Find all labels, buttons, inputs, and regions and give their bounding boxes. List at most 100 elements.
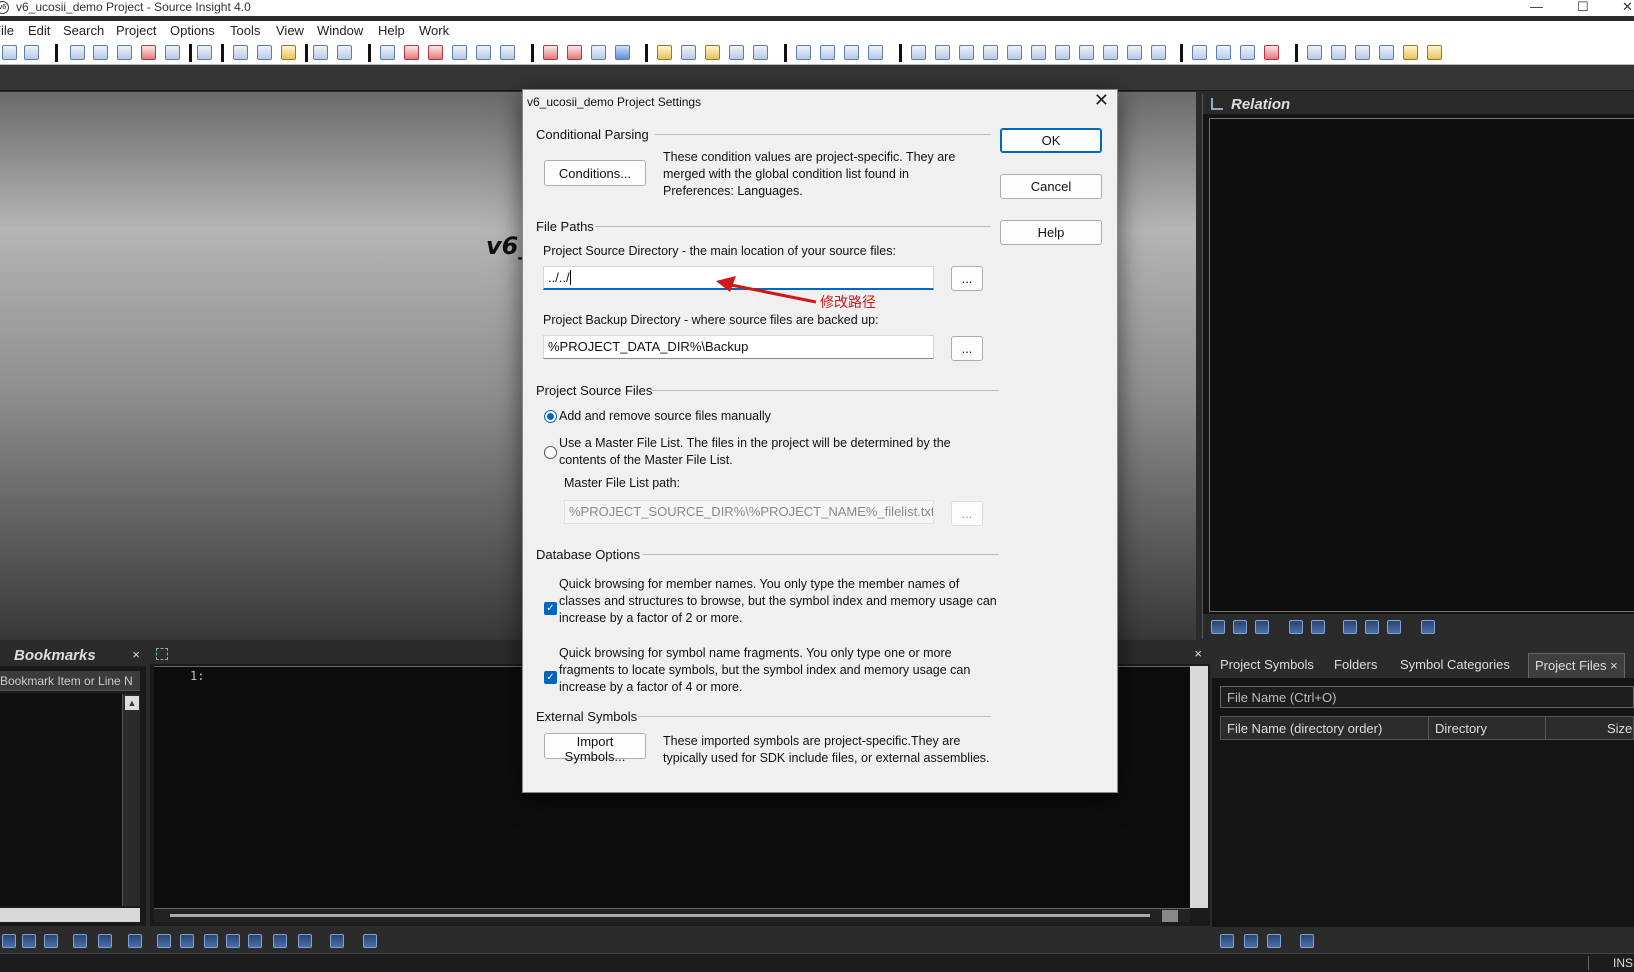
window-tile-icon[interactable]	[796, 45, 811, 60]
gear-icon[interactable]	[1421, 620, 1435, 634]
browse-master-button[interactable]: ...	[951, 501, 983, 526]
relation-icon[interactable]	[273, 934, 287, 948]
bookmarks-list[interactable]	[0, 694, 122, 906]
search-project-icon[interactable]	[428, 45, 443, 60]
column-divider[interactable]	[1428, 717, 1429, 739]
tab-folders[interactable]: Folders	[1334, 657, 1377, 672]
book-icon[interactable]	[248, 934, 262, 948]
file-list-icon[interactable]	[1267, 934, 1281, 948]
note-icon[interactable]	[1427, 45, 1442, 60]
function-icon[interactable]	[729, 45, 744, 60]
bookmark-remove-icon[interactable]	[44, 934, 58, 948]
tree-view-icon[interactable]	[1387, 620, 1401, 634]
search-icon[interactable]	[380, 45, 395, 60]
symbol-info-icon[interactable]	[1211, 620, 1225, 634]
close-icon[interactable]: ×	[1194, 646, 1202, 661]
bookmarks-hscrollbar[interactable]	[0, 908, 140, 922]
c-icon[interactable]	[1355, 45, 1370, 60]
gear-icon[interactable]	[363, 934, 377, 948]
gear-icon[interactable]	[1300, 934, 1314, 948]
bookmarks-column-header[interactable]: Bookmark Item or Line N	[0, 671, 140, 691]
relation-icon[interactable]	[1255, 620, 1269, 634]
browse-backup-button[interactable]: ...	[951, 336, 983, 361]
column-directory[interactable]: Directory	[1435, 721, 1487, 736]
reload-icon[interactable]	[165, 45, 180, 60]
open-file-icon[interactable]	[93, 45, 108, 60]
window-cascade-icon[interactable]	[820, 45, 835, 60]
tab-project-symbols[interactable]: Project Symbols	[1220, 657, 1314, 672]
delete-icon[interactable]	[1264, 45, 1279, 60]
close-icon[interactable]: ×	[132, 647, 140, 662]
bookmark-icon[interactable]	[2, 934, 16, 948]
redo-icon[interactable]	[337, 45, 352, 60]
save-all-icon[interactable]	[141, 45, 156, 60]
xy-icon[interactable]	[476, 45, 491, 60]
ok-button[interactable]: OK	[1000, 128, 1102, 153]
symbol-info-icon[interactable]	[204, 934, 218, 948]
folder-icon[interactable]	[1403, 45, 1418, 60]
paste-icon[interactable]	[281, 45, 296, 60]
menu-search[interactable]: Search	[63, 23, 104, 38]
graph-view-icon[interactable]	[1365, 620, 1379, 634]
d-icon[interactable]	[1379, 45, 1394, 60]
grid-icon[interactable]	[1127, 45, 1142, 60]
expand-icon[interactable]	[1192, 45, 1207, 60]
menu-file[interactable]: File	[0, 23, 14, 38]
undo-icon[interactable]	[313, 45, 328, 60]
scroll-up-icon[interactable]: ▲	[125, 696, 139, 710]
project-files-icon[interactable]	[1220, 934, 1234, 948]
close-window-button[interactable]: ✕	[1622, 0, 1633, 14]
conditions-button[interactable]: Conditions...	[544, 160, 646, 186]
column-divider[interactable]	[1545, 717, 1546, 739]
bookmark-next-icon[interactable]	[567, 45, 582, 60]
help-button[interactable]: Help	[1000, 220, 1102, 245]
back-icon[interactable]	[2, 45, 17, 60]
bookmark-list-icon[interactable]	[591, 45, 606, 60]
forward-icon[interactable]	[24, 45, 39, 60]
clip-window-icon[interactable]	[1007, 45, 1022, 60]
replace-icon[interactable]	[452, 45, 467, 60]
browse-source-button[interactable]: ...	[951, 266, 983, 291]
new-file-icon[interactable]	[70, 45, 85, 60]
context-icon[interactable]	[935, 45, 950, 60]
lookup-icon[interactable]	[226, 934, 240, 948]
project-icon[interactable]	[911, 45, 926, 60]
menu-project[interactable]: Project	[116, 23, 156, 38]
lookup-icon[interactable]	[1233, 620, 1247, 634]
copy-icon[interactable]	[257, 45, 272, 60]
close-icon[interactable]: ✕	[1094, 90, 1109, 111]
lookup-icon[interactable]	[681, 45, 696, 60]
bookmarks-scrollbar[interactable]: ▲	[122, 694, 140, 906]
tab-project-files[interactable]: Project Files ×	[1528, 653, 1625, 678]
menu-edit[interactable]: Edit	[28, 23, 50, 38]
tree-view-icon[interactable]	[298, 934, 312, 948]
menu-window[interactable]: Window	[317, 23, 363, 38]
context-hscrollbar[interactable]	[154, 908, 1190, 922]
remove-icon[interactable]	[1240, 45, 1255, 60]
save-icon[interactable]	[98, 934, 112, 948]
web-search-icon[interactable]	[500, 45, 515, 60]
checkbox-name-fragments[interactable]: ✓	[544, 671, 557, 684]
menu-view[interactable]: View	[276, 23, 304, 38]
backup-directory-input[interactable]: %PROJECT_DATA_DIR%\Backup	[543, 335, 934, 359]
column-size[interactable]: Size	[1607, 721, 1632, 736]
checkbox-member-names[interactable]: ✓	[544, 602, 557, 615]
help-window-icon[interactable]	[1031, 45, 1046, 60]
open-file-icon[interactable]	[73, 934, 87, 948]
cut-icon[interactable]	[233, 45, 248, 60]
file-name-search-input[interactable]: File Name (Ctrl+O)	[1220, 686, 1634, 708]
checkbox-name-fragments-label[interactable]: Quick browsing for symbol name fragments…	[559, 645, 999, 696]
save-icon[interactable]	[117, 45, 132, 60]
import-symbols-button[interactable]: Import Symbols...	[544, 733, 646, 764]
search-files-icon[interactable]	[404, 45, 419, 60]
menu-help[interactable]: Help	[378, 23, 405, 38]
relation-canvas[interactable]	[1209, 118, 1634, 612]
print-icon[interactable]	[197, 45, 212, 60]
master-file-list-input[interactable]: %PROJECT_SOURCE_DIR%\%PROJECT_NAME%_file…	[564, 500, 934, 524]
maximize-button[interactable]: ☐	[1577, 0, 1589, 14]
radio-manual-files[interactable]	[544, 410, 557, 423]
bookmark-list-icon[interactable]	[22, 934, 36, 948]
bookmark-icon[interactable]	[543, 45, 558, 60]
window-split-icon[interactable]	[844, 45, 859, 60]
star-icon[interactable]	[615, 45, 630, 60]
